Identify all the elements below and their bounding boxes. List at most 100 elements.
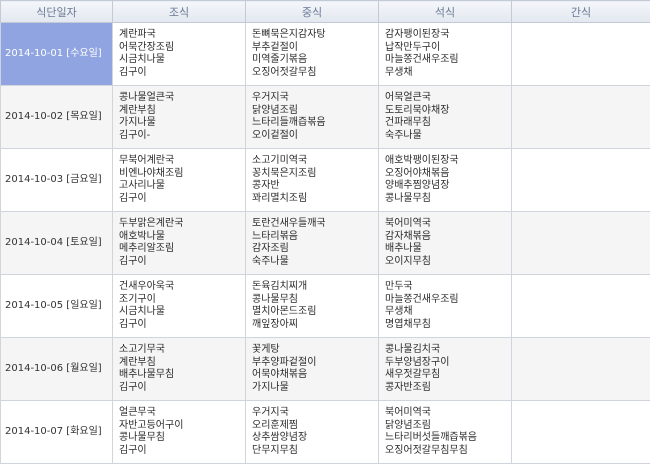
lunch-cell: 소고기미역국꽁치묵은지조림콩자반꽈리멸치조림	[246, 149, 379, 212]
menu-item: 콩나물무침	[252, 294, 378, 307]
menu-item: 소고기무국	[119, 344, 245, 357]
date-cell[interactable]: 2014-10-06 [월요일]	[1, 338, 113, 401]
date-cell[interactable]: 2014-10-01 [수요일]	[1, 23, 113, 86]
column-header-dinner[interactable]: 석식	[379, 1, 512, 23]
menu-item: 콩나물김치국	[385, 344, 511, 357]
dinner-cell: 콩나물김치국두부양념장구이새우젓갈무침콩자반조림	[379, 338, 512, 401]
snack-cell	[512, 23, 650, 86]
menu-item: 새우젓갈무침	[385, 369, 511, 382]
column-header-breakfast[interactable]: 조식	[113, 1, 246, 23]
table-row[interactable]: 2014-10-04 [토요일]두부맑은계란국애호박나물메추리알조림김구이토란건…	[1, 212, 650, 275]
breakfast-cell: 건새우아욱국조기구이시금치나물김구이	[113, 275, 246, 338]
menu-item: 오이지무침	[385, 256, 511, 269]
menu-item: 멸치아몬드조림	[252, 306, 378, 319]
table-body: 2014-10-01 [수요일]계란파국어묵간장조림시금치나물김구이돈뼈묵은지감…	[1, 23, 650, 464]
menu-item: 가지나물	[119, 117, 245, 130]
menu-item: 소고기미역국	[252, 155, 378, 168]
menu-item: 어묵얼큰국	[385, 92, 511, 105]
lunch-cell: 꽃게탕부추양파겉절이어묵야채볶음가지나물	[246, 338, 379, 401]
menu-item: 콩자반	[252, 180, 378, 193]
menu-item: 상추쌈양념장	[252, 432, 378, 445]
dinner-cell: 애호박팽이된장국오징어야채볶음양배추찜양념장콩나물무침	[379, 149, 512, 212]
table-row[interactable]: 2014-10-02 [목요일]콩나물얼큰국계란부침가지나물김구이-우거지국닭양…	[1, 86, 650, 149]
snack-cell	[512, 275, 650, 338]
menu-item: 김구이	[119, 67, 245, 80]
date-cell[interactable]: 2014-10-03 [금요일]	[1, 149, 113, 212]
menu-item: 닭양념조림	[385, 420, 511, 433]
table-row[interactable]: 2014-10-07 [화요일]얼큰무국자반고등어구이콩나물무침김구이우거지국오…	[1, 401, 650, 464]
column-header-snack[interactable]: 간식	[512, 1, 650, 23]
menu-item: 납작만두구이	[385, 42, 511, 55]
menu-item: 오징어야채볶음	[385, 168, 511, 181]
meal-plan-table: 식단일자 조식 중식 석식 간식 2014-10-01 [수요일]계란파국어묵간…	[0, 0, 650, 464]
menu-item: 마늘쫑건새우조림	[385, 294, 511, 307]
menu-item: 돈육김치찌개	[252, 281, 378, 294]
date-cell[interactable]: 2014-10-04 [토요일]	[1, 212, 113, 275]
column-header-date[interactable]: 식단일자	[1, 1, 113, 23]
dinner-cell: 북어미역국닭양념조림느타리버섯들깨즙볶음오징어젓갈무침무침	[379, 401, 512, 464]
menu-item: 계란부침	[119, 357, 245, 370]
menu-item: 토란건새우들깨국	[252, 218, 378, 231]
menu-item: 양배추찜양념장	[385, 180, 511, 193]
date-cell[interactable]: 2014-10-07 [화요일]	[1, 401, 113, 464]
menu-item: 무생채	[385, 67, 511, 80]
menu-item: 부추겉절이	[252, 42, 378, 55]
lunch-cell: 토란건새우들깨국느타리볶음감자조림숙주나물	[246, 212, 379, 275]
menu-item: 마늘쫑건새우조림	[385, 54, 511, 67]
menu-item: 두부양념장구이	[385, 357, 511, 370]
menu-item: 메추리알조림	[119, 243, 245, 256]
menu-item: 무북어계란국	[119, 155, 245, 168]
menu-item: 만두국	[385, 281, 511, 294]
menu-item: 명엽채무침	[385, 319, 511, 332]
dinner-cell: 어묵얼큰국도토리묵야채장건파래무침숙주나물	[379, 86, 512, 149]
menu-item: 건새우아욱국	[119, 281, 245, 294]
menu-item: 김구이	[119, 193, 245, 206]
snack-cell	[512, 401, 650, 464]
menu-item: 시금치나물	[119, 54, 245, 67]
breakfast-cell: 계란파국어묵간장조림시금치나물김구이	[113, 23, 246, 86]
date-cell[interactable]: 2014-10-02 [목요일]	[1, 86, 113, 149]
menu-item: 오징어젓갈무침	[252, 67, 378, 80]
menu-item: 애호박팽이된장국	[385, 155, 511, 168]
menu-item: 감자조림	[252, 243, 378, 256]
menu-item: 콩자반조림	[385, 382, 511, 395]
snack-cell	[512, 212, 650, 275]
menu-item: 어묵간장조림	[119, 42, 245, 55]
menu-item: 김구이	[119, 256, 245, 269]
menu-item: 두부맑은계란국	[119, 218, 245, 231]
lunch-cell: 돈뼈묵은지감자탕부추겉절이미역줄기볶음오징어젓갈무침	[246, 23, 379, 86]
menu-item: 배추나물무침	[119, 369, 245, 382]
menu-item: 꽁치묵은지조림	[252, 168, 378, 181]
menu-item: 콩나물얼큰국	[119, 92, 245, 105]
menu-item: 애호박나물	[119, 231, 245, 244]
menu-item: 북어미역국	[385, 407, 511, 420]
menu-item: 김구이	[119, 319, 245, 332]
dinner-cell: 북어미역국감자채볶음배추나물오이지무침	[379, 212, 512, 275]
menu-item: 건파래무침	[385, 117, 511, 130]
date-cell[interactable]: 2014-10-05 [일요일]	[1, 275, 113, 338]
lunch-cell: 우거지국닭양념조림느타리들깨즙볶음오이겉절이	[246, 86, 379, 149]
menu-item: 김구이	[119, 382, 245, 395]
breakfast-cell: 콩나물얼큰국계란부침가지나물김구이-	[113, 86, 246, 149]
lunch-cell: 우거지국오리훈제찜상추쌈양념장단무지무침	[246, 401, 379, 464]
menu-item: 오이겉절이	[252, 130, 378, 143]
menu-item: 미역줄기볶음	[252, 54, 378, 67]
menu-item: 우거지국	[252, 92, 378, 105]
menu-item: 꽈리멸치조림	[252, 193, 378, 206]
table-row[interactable]: 2014-10-06 [월요일] 소고기무국계란부침배추나물무침김구이꽃게탕부추양…	[1, 338, 650, 401]
menu-item: 어묵야채볶음	[252, 369, 378, 382]
menu-item: 자반고등어구이	[119, 420, 245, 433]
menu-item: 고사리나물	[119, 180, 245, 193]
menu-item: 계란파국	[119, 29, 245, 42]
menu-item: 시금치나물	[119, 306, 245, 319]
table-row[interactable]: 2014-10-05 [일요일]건새우아욱국조기구이시금치나물김구이 돈육김치찌개…	[1, 275, 650, 338]
menu-item: 느타리볶음	[252, 231, 378, 244]
menu-item: 감자팽이된장국	[385, 29, 511, 42]
table-row[interactable]: 2014-10-03 [금요일]무북어계란국비엔나야채조림고사리나물김구이소고기…	[1, 149, 650, 212]
menu-item: 감자채볶음	[385, 231, 511, 244]
menu-item: 콩나물무침	[385, 193, 511, 206]
menu-item: 느타리버섯들깨즙볶음	[385, 432, 511, 445]
table-row[interactable]: 2014-10-01 [수요일]계란파국어묵간장조림시금치나물김구이돈뼈묵은지감…	[1, 23, 650, 86]
menu-item: 얼큰무국	[119, 407, 245, 420]
column-header-lunch[interactable]: 중식	[246, 1, 379, 23]
